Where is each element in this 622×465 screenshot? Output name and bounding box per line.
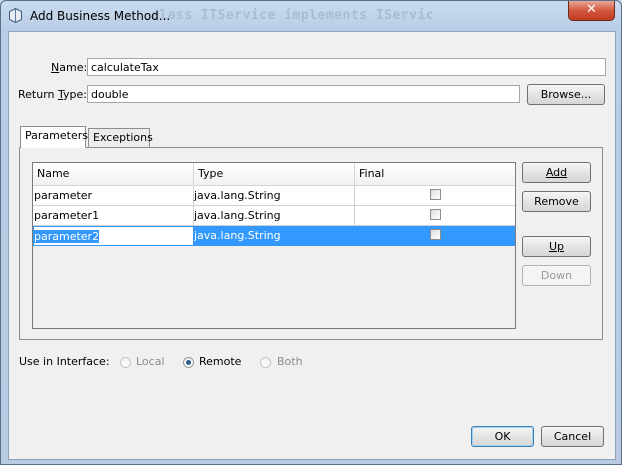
row-final-cell: [355, 186, 515, 206]
radio-both[interactable]: [260, 357, 271, 368]
tab-exceptions[interactable]: Exceptions: [88, 128, 153, 147]
table-row-selected[interactable]: parameter2 java.lang.String: [33, 226, 515, 246]
parameters-table: Name Type Final parameter java.lang.Stri…: [32, 162, 516, 329]
row-name-cell[interactable]: parameter: [33, 186, 194, 206]
row-final-cell: [355, 206, 515, 226]
add-button-label: Add: [545, 166, 568, 179]
ok-button[interactable]: OK: [471, 426, 534, 447]
browse-button[interactable]: Browse...: [527, 84, 605, 105]
cancel-button-label: Cancel: [553, 430, 592, 443]
row-name-cell-editor[interactable]: parameter2: [33, 226, 194, 246]
radio-local-label: Local: [136, 355, 165, 368]
tab-parameters[interactable]: Parameters: [20, 126, 88, 148]
ok-button-label: OK: [494, 430, 511, 443]
add-button[interactable]: Add: [522, 162, 591, 183]
table-header: Name Type Final: [33, 163, 515, 186]
cancel-button[interactable]: Cancel: [541, 426, 604, 447]
row-final-cell: [355, 226, 515, 246]
up-button[interactable]: Up: [522, 236, 591, 257]
dialog-client-area: Name: calculateTax Return Type: double B…: [8, 31, 616, 460]
table-row[interactable]: parameter java.lang.String: [33, 186, 515, 206]
radio-both-label: Both: [277, 355, 303, 368]
column-header-name[interactable]: Name: [33, 163, 194, 185]
column-header-type[interactable]: Type: [194, 163, 355, 185]
radio-local[interactable]: [120, 357, 131, 368]
title-ghost-text: class ITService implements IServic: [151, 8, 435, 23]
row-type-cell[interactable]: java.lang.String: [194, 226, 355, 246]
final-checkbox[interactable]: [430, 189, 441, 200]
close-icon: ✕: [586, 2, 597, 17]
down-button[interactable]: Down: [522, 265, 591, 286]
remove-button-label: Remove: [534, 195, 579, 208]
tab-exceptions-label: Exceptions: [93, 131, 153, 144]
final-checkbox[interactable]: [430, 209, 441, 220]
window-app-icon: [9, 8, 22, 23]
browse-button-label: Browse...: [540, 88, 592, 101]
row-type-cell[interactable]: java.lang.String: [194, 186, 355, 206]
final-checkbox[interactable]: [430, 229, 441, 240]
row-name-cell[interactable]: parameter1: [33, 206, 194, 226]
tab-parameters-label: Parameters: [25, 129, 88, 142]
up-button-label: Up: [548, 240, 565, 253]
dialog-window: class ITService implements IServic Add B…: [0, 0, 622, 465]
title-bar[interactable]: class ITService implements IServic Add B…: [1, 1, 621, 31]
radio-remote-label: Remote: [199, 355, 242, 368]
radio-remote[interactable]: [183, 357, 194, 368]
table-row[interactable]: parameter1 java.lang.String: [33, 206, 515, 226]
name-label-rest: ame:: [59, 61, 88, 74]
parameters-panel: Name Type Final parameter java.lang.Stri…: [19, 147, 603, 340]
remove-button[interactable]: Remove: [522, 191, 591, 212]
down-button-label: Down: [540, 269, 573, 282]
row-type-cell[interactable]: java.lang.String: [194, 206, 355, 226]
close-button[interactable]: ✕: [568, 1, 615, 21]
use-in-interface-label: Use in Interface:: [19, 355, 110, 368]
row-name-cell-text: parameter2: [34, 230, 100, 243]
name-input[interactable]: calculateTax: [87, 58, 606, 76]
return-type-input[interactable]: double: [87, 85, 520, 103]
column-header-final[interactable]: Final: [355, 163, 515, 185]
return-type-label: Return Type:: [18, 88, 87, 101]
name-label: Name:: [51, 61, 88, 74]
window-title: Add Business Method...: [30, 9, 171, 23]
